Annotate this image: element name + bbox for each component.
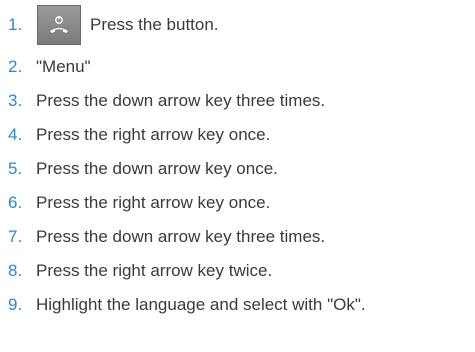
step-number: 7.: [8, 227, 23, 246]
step-item: 6. Press the right arrow key once.: [8, 186, 470, 220]
step-text: Press the right arrow key once.: [36, 193, 271, 212]
step-number: 9.: [8, 295, 23, 314]
step-item: 2. "Menu": [8, 50, 470, 84]
instruction-steps-list: 1. Press the button. 2. "Menu" 3. Press …: [8, 0, 470, 322]
step-text: Press the button.: [90, 15, 219, 34]
step-text: Press the down arrow key three times.: [36, 91, 326, 110]
step-number: 4.: [8, 125, 23, 144]
step-text: Press the down arrow key three times.: [36, 227, 326, 246]
step-item: 1. Press the button.: [8, 0, 470, 50]
step-text: Highlight the language and select with "…: [36, 295, 366, 314]
step-number: 8.: [8, 261, 23, 280]
step-text: Press the right arrow key once.: [36, 125, 271, 144]
step-text: Press the right arrow key twice.: [36, 261, 273, 280]
step-number: 3.: [8, 91, 23, 110]
step-text: "Menu": [36, 57, 91, 76]
step-item: 4. Press the right arrow key once.: [8, 118, 470, 152]
power-end-call-button[interactable]: [37, 5, 81, 45]
step-number: 2.: [8, 57, 23, 76]
step-item: 5. Press the down arrow key once.: [8, 152, 470, 186]
step-number: 5.: [8, 159, 23, 178]
step-item: 3. Press the down arrow key three times.: [8, 84, 470, 118]
step-number: 1.: [8, 15, 23, 34]
step-number: 6.: [8, 193, 23, 212]
step-text: Press the down arrow key once.: [36, 159, 278, 178]
power-end-call-icon: [50, 16, 68, 33]
step-item: 9. Highlight the language and select wit…: [8, 288, 470, 322]
step-item: 7. Press the down arrow key three times.: [8, 220, 470, 254]
step-item: 8. Press the right arrow key twice.: [8, 254, 470, 288]
